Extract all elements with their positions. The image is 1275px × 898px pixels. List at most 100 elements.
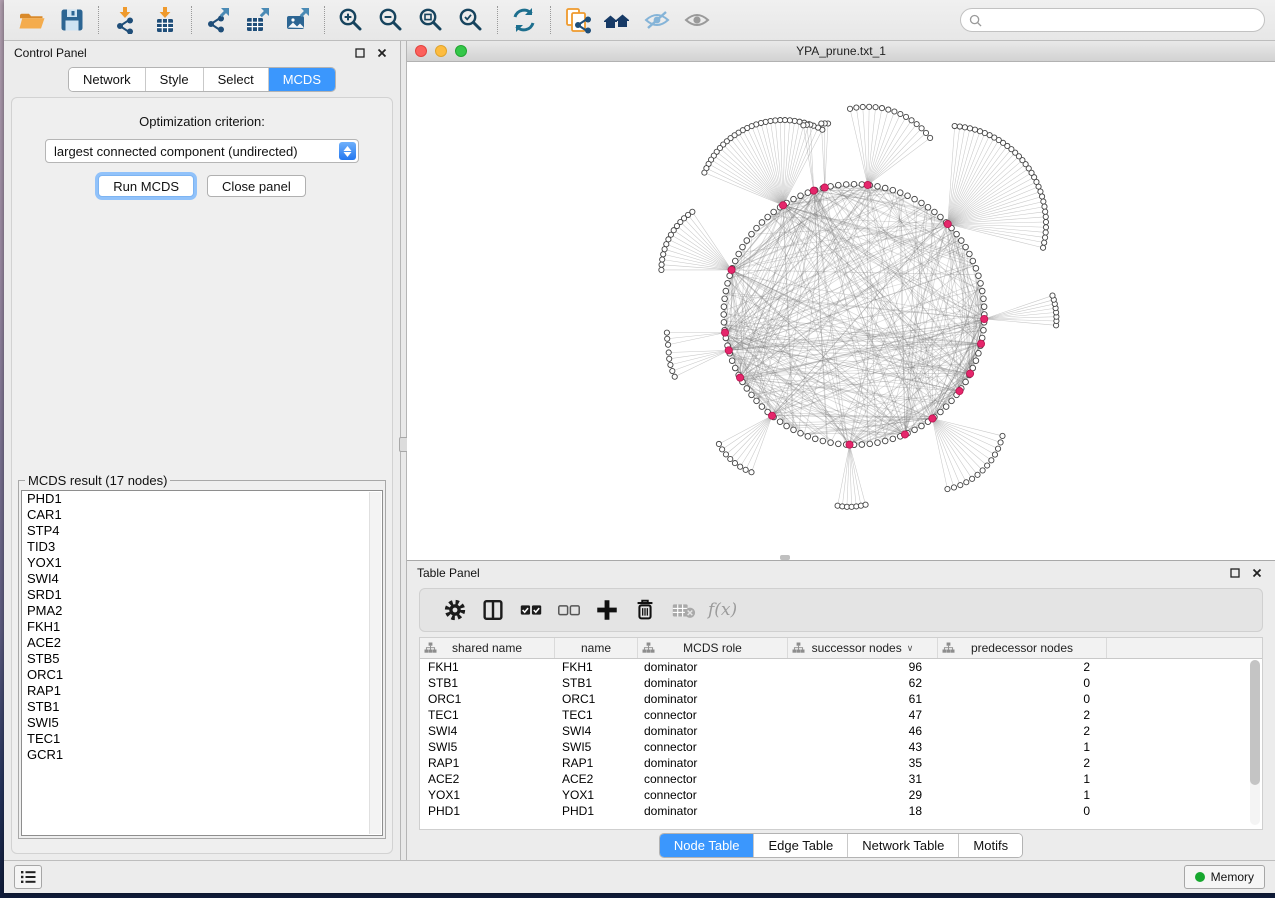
- delete-row-icon: [632, 597, 658, 623]
- mcds-node-item[interactable]: TEC1: [22, 731, 382, 747]
- criterion-dropdown[interactable]: largest connected component (undirected): [45, 139, 359, 163]
- sitemap-icon: [642, 642, 655, 654]
- table-row[interactable]: STB1STB1dominator620: [420, 675, 1262, 691]
- table-tab-motifs[interactable]: Motifs: [958, 834, 1022, 857]
- table-row[interactable]: SWI4SWI4dominator462: [420, 723, 1262, 739]
- task-history-button[interactable]: [14, 865, 42, 889]
- zoom-selected-button[interactable]: [451, 3, 491, 37]
- mcds-node-item[interactable]: STP4: [22, 523, 382, 539]
- table-tab-node-table[interactable]: Node Table: [660, 834, 754, 857]
- import-network-button[interactable]: [105, 3, 145, 37]
- panel-splitter[interactable]: [400, 41, 407, 860]
- deselect-all-icon: [556, 597, 582, 623]
- column-header-name[interactable]: name: [555, 638, 638, 658]
- refresh-button[interactable]: [504, 3, 544, 37]
- table-tab-network-table[interactable]: Network Table: [847, 834, 958, 857]
- table-row[interactable]: TEC1TEC1connector472: [420, 707, 1262, 723]
- tab-select[interactable]: Select: [203, 68, 268, 91]
- mcds-node-item[interactable]: FKH1: [22, 619, 382, 635]
- mcds-node-item[interactable]: GCR1: [22, 747, 382, 763]
- close-panel-button[interactable]: [374, 45, 390, 61]
- gear-button[interactable]: [436, 592, 474, 628]
- first-neighbors-button[interactable]: [597, 3, 637, 37]
- function-builder-button[interactable]: f(x): [708, 600, 737, 620]
- mcds-node-item[interactable]: SWI5: [22, 715, 382, 731]
- mcds-result-list[interactable]: PHD1CAR1STP4TID3YOX1SWI4SRD1PMA2FKH1ACE2…: [21, 490, 383, 836]
- delete-table-button[interactable]: [664, 592, 702, 628]
- tab-network[interactable]: Network: [69, 68, 145, 91]
- network-graph[interactable]: [407, 62, 1275, 560]
- show-hidden-icon: [683, 6, 711, 34]
- list-scrollbar[interactable]: [369, 492, 381, 834]
- float-table-panel-button[interactable]: [1227, 565, 1243, 581]
- search-input[interactable]: [987, 12, 1256, 28]
- column-header-MCDS-role[interactable]: MCDS role: [638, 638, 788, 658]
- export-network-button[interactable]: [198, 3, 238, 37]
- mcds-node-item[interactable]: PMA2: [22, 603, 382, 619]
- control-panel-header: Control Panel: [4, 41, 400, 65]
- import-network-icon: [111, 6, 139, 34]
- table-scrollbar-thumb[interactable]: [1250, 660, 1260, 785]
- mcds-node-item[interactable]: PHD1: [22, 491, 382, 507]
- import-table-button[interactable]: [145, 3, 185, 37]
- zoom-out-button[interactable]: [371, 3, 411, 37]
- open-folder-button[interactable]: [12, 3, 52, 37]
- table-row[interactable]: ORC1ORC1dominator610: [420, 691, 1262, 707]
- mcds-node-item[interactable]: CAR1: [22, 507, 382, 523]
- canvas-hscroll-thumb[interactable]: [780, 555, 790, 560]
- mcds-node-item[interactable]: SRD1: [22, 587, 382, 603]
- mcds-node-item[interactable]: STB1: [22, 699, 382, 715]
- mcds-node-item[interactable]: RAP1: [22, 683, 382, 699]
- table-row[interactable]: PHD1PHD1dominator180: [420, 803, 1262, 819]
- mcds-node-item[interactable]: TID3: [22, 539, 382, 555]
- tab-style[interactable]: Style: [145, 68, 203, 91]
- network-window-titlebar[interactable]: YPA_prune.txt_1: [407, 41, 1275, 62]
- table-row[interactable]: YOX1YOX1connector291: [420, 787, 1262, 803]
- control-panel: Control Panel NetworkStyleSelectMCDS Opt…: [4, 41, 400, 860]
- table-scrollbar[interactable]: [1250, 660, 1260, 825]
- float-icon: [355, 48, 365, 58]
- zoom-fit-button[interactable]: [411, 3, 451, 37]
- table-row[interactable]: ACE2ACE2connector311: [420, 771, 1262, 787]
- table-row[interactable]: SWI5SWI5connector431: [420, 739, 1262, 755]
- mcds-node-item[interactable]: STB5: [22, 651, 382, 667]
- zoom-in-button[interactable]: [331, 3, 371, 37]
- mcds-node-item[interactable]: ORC1: [22, 667, 382, 683]
- open-folder-icon: [18, 6, 46, 34]
- export-image-button[interactable]: [278, 3, 318, 37]
- run-mcds-button[interactable]: Run MCDS: [98, 175, 194, 197]
- columns-button[interactable]: [474, 592, 512, 628]
- mcds-node-item[interactable]: SWI4: [22, 571, 382, 587]
- delete-row-button[interactable]: [626, 592, 664, 628]
- export-table-button[interactable]: [238, 3, 278, 37]
- toolbar-separator: [497, 6, 498, 34]
- hide-selected-button[interactable]: [637, 3, 677, 37]
- float-panel-button[interactable]: [352, 45, 368, 61]
- table-tab-edge-table[interactable]: Edge Table: [753, 834, 847, 857]
- column-header-successor-nodes[interactable]: successor nodes∨: [788, 638, 938, 658]
- column-header-shared-name[interactable]: shared name: [420, 638, 555, 658]
- duplicate-network-button[interactable]: [557, 3, 597, 37]
- mcds-node-item[interactable]: ACE2: [22, 635, 382, 651]
- memory-button[interactable]: Memory: [1184, 865, 1265, 889]
- add-row-button[interactable]: [588, 592, 626, 628]
- table-row[interactable]: RAP1RAP1dominator352: [420, 755, 1262, 771]
- sort-chevron-icon: ∨: [907, 643, 914, 654]
- table-row[interactable]: FKH1FKH1dominator962: [420, 659, 1262, 675]
- mcds-result-title: MCDS result (17 nodes): [25, 473, 170, 488]
- close-panel-button-2[interactable]: Close panel: [207, 175, 306, 197]
- show-hidden-button[interactable]: [677, 3, 717, 37]
- save-button[interactable]: [52, 3, 92, 37]
- export-network-icon: [204, 6, 232, 34]
- deselect-all-button[interactable]: [550, 592, 588, 628]
- column-header-predecessor-nodes[interactable]: predecessor nodes: [938, 638, 1107, 658]
- mcds-node-item[interactable]: YOX1: [22, 555, 382, 571]
- criterion-value: largest connected component (undirected): [46, 144, 339, 159]
- close-table-panel-button[interactable]: [1249, 565, 1265, 581]
- select-all-button[interactable]: [512, 592, 550, 628]
- right-column: YPA_prune.txt_1 Table Panel: [407, 41, 1275, 860]
- tab-mcds[interactable]: MCDS: [268, 68, 335, 91]
- network-canvas[interactable]: [407, 62, 1275, 560]
- sitemap-icon: [424, 642, 437, 654]
- search-box[interactable]: [960, 8, 1265, 32]
